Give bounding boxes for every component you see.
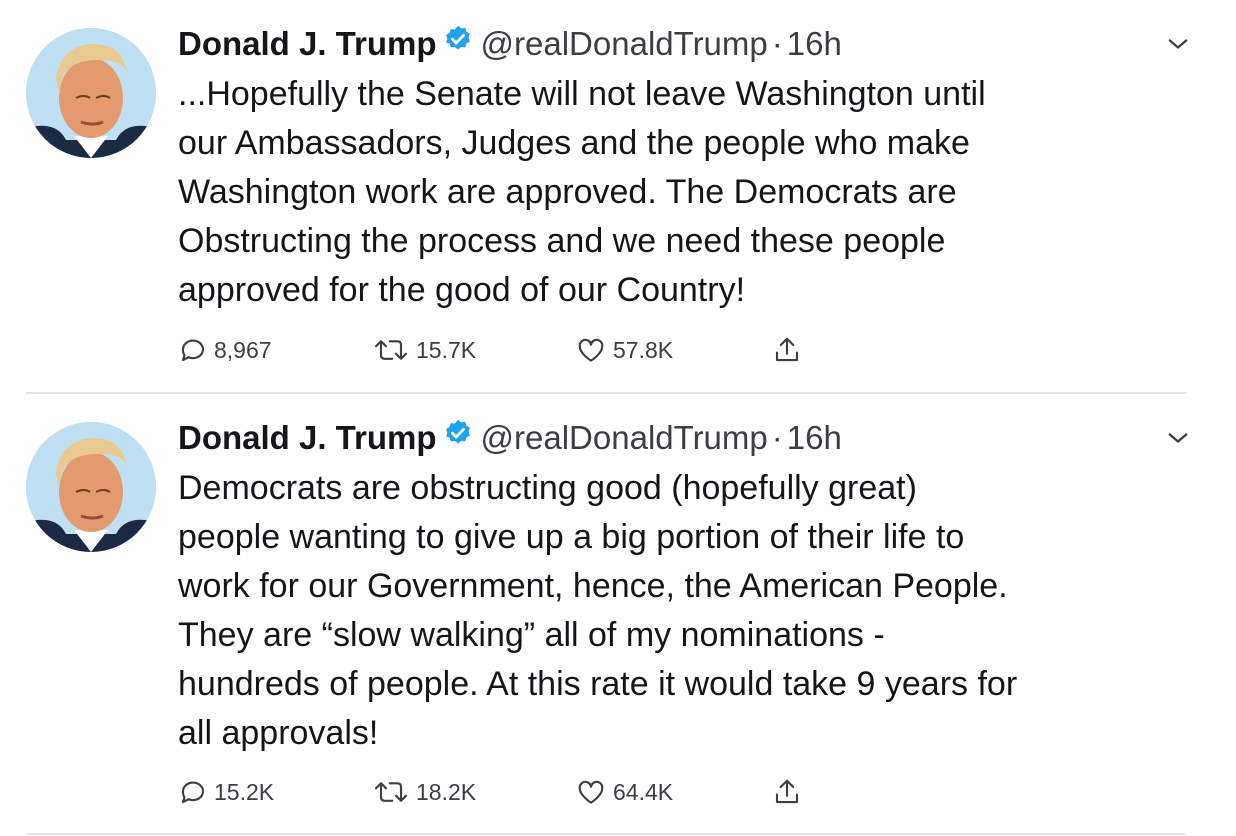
tweet[interactable]: Donald J. Trump @realDonaldTrump · 16h ...… — [0, 0, 1236, 392]
tweet-text: ...Hopefully the Senate will not leave W… — [178, 75, 986, 309]
tweet-text: Democrats are obstructing good (hopefull… — [178, 469, 1018, 752]
separator-dot: · — [771, 25, 783, 62]
verified-badge-icon — [443, 415, 473, 459]
reply-count: 8,967 — [214, 336, 272, 363]
like-count: 64.4K — [613, 778, 674, 805]
retweet-button[interactable]: 18.2K — [372, 774, 476, 810]
retweet-count: 18.2K — [416, 778, 477, 805]
retweet-button[interactable]: 15.7K — [372, 332, 476, 368]
author-handle[interactable]: @realDonaldTrump — [481, 419, 768, 456]
avatar[interactable] — [26, 422, 156, 552]
separator-dot: · — [771, 419, 783, 456]
like-button[interactable]: 64.4K — [575, 774, 673, 810]
chevron-down-icon[interactable] — [1164, 424, 1192, 452]
retweet-arrows-icon — [372, 335, 410, 365]
share-button[interactable] — [772, 332, 802, 368]
like-button[interactable]: 57.8K — [575, 332, 673, 368]
author-name[interactable]: Donald J. Trump — [178, 419, 437, 456]
share-upload-icon — [772, 776, 802, 808]
avatar[interactable] — [26, 28, 156, 158]
timestamp[interactable]: 16h — [787, 25, 842, 62]
share-button[interactable] — [772, 774, 802, 810]
reply-count: 15.2K — [214, 778, 275, 805]
reply-button[interactable]: 15.2K — [178, 774, 274, 810]
like-count: 57.8K — [613, 336, 674, 363]
reply-button[interactable]: 8,967 — [178, 332, 272, 368]
speech-bubble-icon — [178, 777, 208, 807]
share-upload-icon — [772, 334, 802, 366]
author-handle[interactable]: @realDonaldTrump — [481, 25, 768, 62]
author-name[interactable]: Donald J. Trump — [178, 25, 437, 62]
tweet-header: Donald J. Trump @realDonaldTrump · 16h — [178, 416, 842, 460]
heart-icon — [575, 777, 607, 807]
heart-icon — [575, 335, 607, 365]
timestamp[interactable]: 16h — [787, 419, 842, 456]
retweet-count: 15.7K — [416, 336, 477, 363]
retweet-arrows-icon — [372, 777, 410, 807]
tweet[interactable]: Donald J. Trump @realDonaldTrump · 16h Dem… — [0, 394, 1236, 834]
speech-bubble-icon — [178, 335, 208, 365]
verified-badge-icon — [443, 21, 473, 65]
tweet-header: Donald J. Trump @realDonaldTrump · 16h — [178, 22, 842, 66]
divider — [26, 833, 1186, 835]
chevron-down-icon[interactable] — [1164, 30, 1192, 58]
